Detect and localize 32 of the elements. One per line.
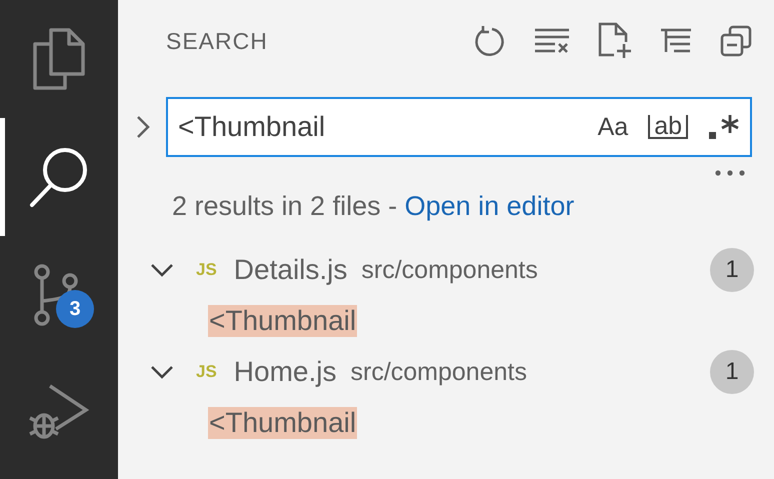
more-icon[interactable] (714, 169, 746, 177)
file-path: src/components (350, 358, 528, 386)
search-option[interactable]: Aa (598, 112, 628, 142)
results-summary: 2 results in 2 files - Open in editor (171, 190, 576, 222)
file-result[interactable]: JS Details.js src/components 1 (118, 244, 774, 296)
panel-title: SEARCH (166, 28, 269, 54)
files-icon (31, 27, 87, 91)
search-option[interactable]: ab (648, 115, 688, 139)
clear-results-icon[interactable] (534, 27, 570, 55)
chevron-icon[interactable] (136, 115, 150, 139)
file-name: Home.js (234, 356, 336, 388)
regex-icon[interactable] (708, 113, 740, 141)
search-icon (29, 146, 89, 208)
refresh-icon[interactable] (474, 25, 506, 57)
match-text[interactable]: <Thumbnail (208, 407, 358, 439)
match-text[interactable]: <Thumbnail (208, 305, 358, 337)
new-file-icon[interactable] (598, 22, 632, 60)
match-count: 1 (710, 350, 754, 394)
activity-item[interactable]: 3 (0, 236, 118, 354)
file-result[interactable]: JS Home.js src/components 1 (118, 346, 774, 398)
file-path: src/components (361, 256, 539, 284)
chevron-icon[interactable] (150, 263, 174, 277)
chevron-icon[interactable] (150, 365, 174, 379)
notification-badge: 3 (56, 290, 94, 328)
tree-view-icon[interactable] (660, 27, 692, 55)
file-type-label: JS (196, 260, 217, 280)
search-field[interactable]: <Thumbnail Aa ab (166, 97, 752, 157)
open-in-editor-link[interactable]: Open in editor (404, 191, 574, 221)
file-type-label: JS (196, 362, 217, 382)
collapse-all-icon[interactable] (720, 25, 752, 57)
file-name: Details.js (234, 254, 348, 286)
match-count: 1 (710, 248, 754, 292)
